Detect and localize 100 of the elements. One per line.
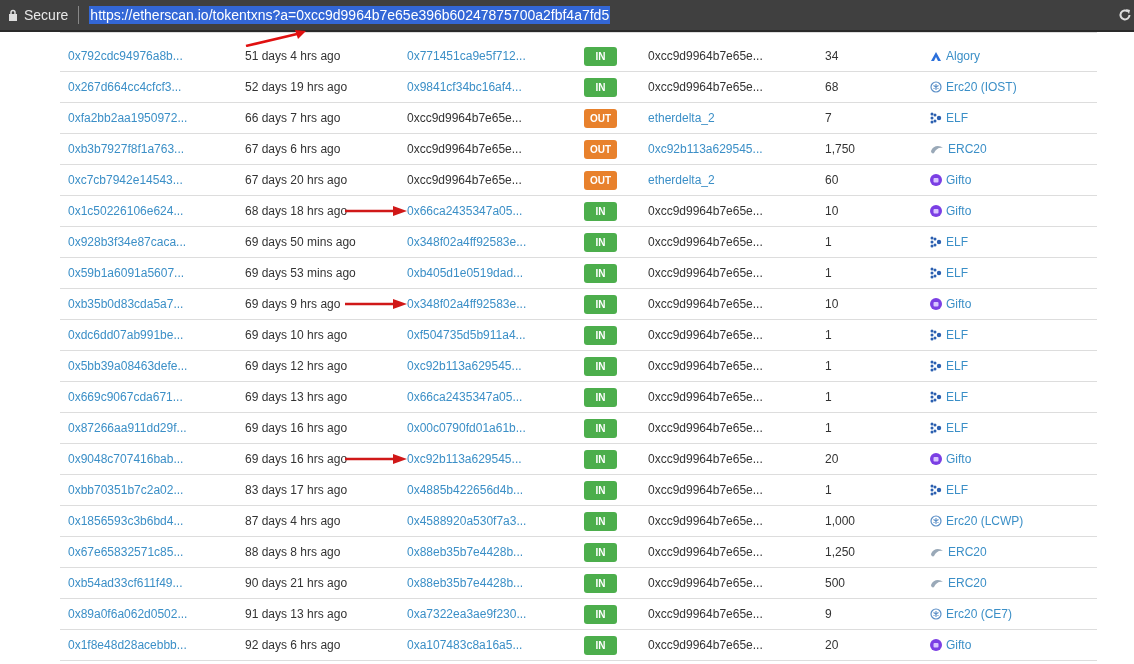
reload-icon[interactable] bbox=[1118, 8, 1132, 22]
address-text: 0xcc9d9964b7e65e... bbox=[407, 111, 523, 125]
tx-hash-link[interactable]: 0xb54ad33cf611f49... bbox=[68, 576, 245, 590]
tx-hash-link[interactable]: 0x669c9067cda671... bbox=[68, 390, 245, 404]
value-text: 1 bbox=[825, 266, 833, 280]
age-text: 67 days 6 hrs ago bbox=[245, 142, 342, 156]
lock-icon bbox=[8, 9, 18, 21]
address-link[interactable]: 0x4885b422656d4b... bbox=[407, 483, 584, 497]
direction-badge: IN bbox=[584, 294, 617, 314]
age-text: 88 days 8 hrs ago bbox=[245, 545, 342, 559]
token-link[interactable]: ERC20 bbox=[948, 576, 987, 590]
direction-badge: IN bbox=[584, 77, 617, 97]
token-link[interactable]: Gifto bbox=[946, 638, 972, 652]
direction-badge: IN bbox=[584, 356, 617, 376]
token-link[interactable]: Gifto bbox=[946, 452, 972, 466]
token-link[interactable]: ERC20 bbox=[948, 545, 987, 559]
tx-hash-link[interactable]: 0x9048c707416bab... bbox=[68, 452, 245, 466]
age-text: 69 days 50 mins ago bbox=[245, 235, 357, 249]
tx-hash-link[interactable]: 0xb3b7927f8f1a763... bbox=[68, 142, 245, 156]
address-link[interactable]: 0x88eb35b7e4428b... bbox=[407, 576, 584, 590]
value-text: 1,250 bbox=[825, 545, 857, 559]
tx-hash-link[interactable]: 0x792cdc94976a8b... bbox=[68, 49, 245, 63]
tx-hash-link[interactable]: 0xdc6dd07ab991be... bbox=[68, 328, 245, 342]
tx-hash-link[interactable]: 0x89a0f6a062d0502... bbox=[68, 607, 245, 621]
age-text: 91 days 13 hrs ago bbox=[245, 607, 349, 621]
address-link[interactable]: etherdelta_2 bbox=[648, 111, 825, 125]
age-text: 69 days 13 hrs ago bbox=[245, 390, 349, 404]
token-link[interactable]: ELF bbox=[946, 111, 968, 125]
address-link[interactable]: 0xc92b113a629545... bbox=[407, 452, 584, 466]
tx-hash-link[interactable]: 0x267d664cc4cfcf3... bbox=[68, 80, 245, 94]
age-text: 67 days 20 hrs ago bbox=[245, 173, 349, 187]
direction-badge: OUT bbox=[584, 139, 617, 159]
token-link[interactable]: ELF bbox=[946, 483, 968, 497]
token-link[interactable]: ELF bbox=[946, 235, 968, 249]
direction-badge: IN bbox=[584, 635, 617, 655]
token-link[interactable]: Algory bbox=[946, 49, 980, 63]
tx-hash-link[interactable]: 0x87266aa911dd29f... bbox=[68, 421, 245, 435]
address-link[interactable]: 0xc92b113a629545... bbox=[407, 359, 584, 373]
direction-badge: IN bbox=[584, 46, 617, 66]
direction-badge: IN bbox=[584, 449, 617, 469]
tx-hash-link[interactable]: 0x1f8e48d28acebbb... bbox=[68, 638, 245, 652]
token-link[interactable]: ELF bbox=[946, 328, 968, 342]
tx-hash-link[interactable]: 0x67e65832571c85... bbox=[68, 545, 245, 559]
tx-hash-link[interactable]: 0x59b1a6091a5607... bbox=[68, 266, 245, 280]
direction-badge: IN bbox=[584, 201, 617, 221]
address-link[interactable]: 0xa107483c8a16a5... bbox=[407, 638, 584, 652]
value-text: 60 bbox=[825, 173, 840, 187]
address-link[interactable]: 0x66ca2435347a05... bbox=[407, 390, 584, 404]
tx-hash-link[interactable]: 0x1856593c3b6bd4... bbox=[68, 514, 245, 528]
value-text: 68 bbox=[825, 80, 840, 94]
value-text: 1,750 bbox=[825, 142, 857, 156]
dots-icon bbox=[930, 236, 942, 248]
token-link[interactable]: Erc20 (IOST) bbox=[946, 80, 1017, 94]
tx-hash-link[interactable]: 0x928b3f34e87caca... bbox=[68, 235, 245, 249]
token-link[interactable]: ELF bbox=[946, 266, 968, 280]
gift-circle-icon bbox=[930, 174, 942, 186]
address-text: 0xcc9d9964b7e65e... bbox=[648, 359, 764, 373]
value-text: 7 bbox=[825, 111, 833, 125]
address-link[interactable]: 0x66ca2435347a05... bbox=[407, 204, 584, 218]
tx-hash-link[interactable]: 0xc7cb7942e14543... bbox=[68, 173, 245, 187]
address-link[interactable]: 0x348f02a4ff92583e... bbox=[407, 297, 584, 311]
token-link[interactable]: ELF bbox=[946, 421, 968, 435]
tx-hash-link[interactable]: 0xfa2bb2aa1950972... bbox=[68, 111, 245, 125]
address-link[interactable]: 0xc92b113a629545... bbox=[648, 142, 825, 156]
swirl-icon bbox=[930, 546, 944, 558]
address-link[interactable]: 0x00c0790fd01a61b... bbox=[407, 421, 584, 435]
url-text[interactable]: https://etherscan.io/tokentxns?a=0xcc9d9964b7e65e396b60247875700a2fbf4a7fd5 bbox=[89, 6, 611, 24]
age-text: 52 days 19 hrs ago bbox=[245, 80, 349, 94]
address-text: 0xcc9d9964b7e65e... bbox=[648, 576, 764, 590]
address-link[interactable]: 0x9841cf34bc16af4... bbox=[407, 80, 584, 94]
token-link[interactable]: Erc20 (LCWP) bbox=[946, 514, 1024, 528]
value-text: 1 bbox=[825, 390, 833, 404]
token-link[interactable]: Gifto bbox=[946, 204, 972, 218]
address-link[interactable]: 0xf504735d5b911a4... bbox=[407, 328, 584, 342]
value-text: 500 bbox=[825, 576, 847, 590]
address-link[interactable]: 0x4588920a530f7a3... bbox=[407, 514, 584, 528]
token-link[interactable]: ELF bbox=[946, 359, 968, 373]
address-link[interactable]: 0x348f02a4ff92583e... bbox=[407, 235, 584, 249]
token-link[interactable]: Gifto bbox=[946, 173, 972, 187]
address-link[interactable]: 0xb405d1e0519dad... bbox=[407, 266, 584, 280]
tx-hash-link[interactable]: 0xb35b0d83cda5a7... bbox=[68, 297, 245, 311]
token-link[interactable]: ERC20 bbox=[948, 142, 987, 156]
token-link[interactable]: Gifto bbox=[946, 297, 972, 311]
token-link[interactable]: Erc20 (CE7) bbox=[946, 607, 1013, 621]
address-text: 0xcc9d9964b7e65e... bbox=[648, 204, 764, 218]
tx-hash-link[interactable]: 0xbb70351b7c2a02... bbox=[68, 483, 245, 497]
address-text: 0xcc9d9964b7e65e... bbox=[648, 545, 764, 559]
address-link[interactable]: 0x88eb35b7e4428b... bbox=[407, 545, 584, 559]
address-text: 0xcc9d9964b7e65e... bbox=[648, 514, 764, 528]
age-text: 51 days 4 hrs ago bbox=[245, 49, 342, 63]
tx-hash-link[interactable]: 0x1c50226106e624... bbox=[68, 204, 245, 218]
tx-hash-link[interactable]: 0x5bb39a08463defe... bbox=[68, 359, 245, 373]
address-link[interactable]: 0x771451ca9e5f712... bbox=[407, 49, 584, 63]
age-text: 69 days 16 hrs ago bbox=[245, 452, 349, 466]
value-text: 20 bbox=[825, 638, 840, 652]
address-link[interactable]: 0xa7322ea3ae9f230... bbox=[407, 607, 584, 621]
dots-icon bbox=[930, 484, 942, 496]
address-link[interactable]: etherdelta_2 bbox=[648, 173, 825, 187]
direction-badge: IN bbox=[584, 604, 617, 624]
token-link[interactable]: ELF bbox=[946, 390, 968, 404]
